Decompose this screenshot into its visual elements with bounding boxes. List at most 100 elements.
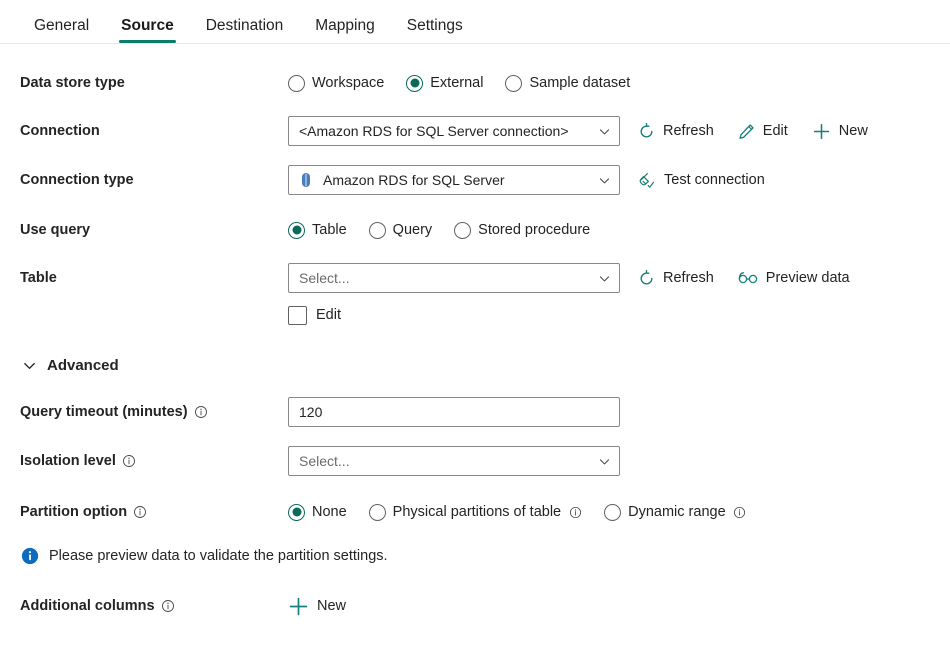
row-partition-option: Partition option None Physical partition… — [0, 497, 950, 527]
row-table: Table Select... Refresh Preview data — [0, 263, 950, 293]
radio-use-query-stored-procedure[interactable]: Stored procedure — [454, 221, 591, 239]
tab-mapping[interactable]: Mapping — [299, 17, 390, 44]
table-refresh-button[interactable]: Refresh — [638, 269, 714, 287]
radio-partition-physical-partitions[interactable]: Physical partitions of table — [368, 503, 582, 521]
connection-edit-button[interactable]: Edit — [738, 123, 788, 140]
tab-source[interactable]: Source — [105, 17, 190, 44]
action-label: Edit — [762, 123, 788, 139]
table-edit-checkbox[interactable]: Edit — [288, 305, 341, 325]
radio-label: None — [312, 504, 347, 520]
chevron-down-icon — [598, 455, 611, 468]
row-query-timeout: Query timeout (minutes) 120 — [0, 397, 950, 427]
isolation-level-value: Select... — [299, 453, 350, 469]
radio-use-query-table[interactable]: Table — [288, 221, 347, 239]
tab-general[interactable]: General — [18, 17, 105, 44]
use-query-radio-group: Table Query Stored procedure — [288, 221, 950, 239]
plus-icon — [812, 122, 831, 141]
connection-value: <Amazon RDS for SQL Server connection> — [299, 123, 569, 139]
table-value: Select... — [299, 270, 350, 286]
connection-type-actions: Test connection — [638, 171, 765, 189]
label-isolation-level: Isolation level — [20, 453, 288, 469]
info-icon[interactable] — [568, 505, 582, 519]
label-text: Query timeout (minutes) — [20, 404, 188, 420]
tab-destination[interactable]: Destination — [190, 17, 300, 44]
table-dropdown[interactable]: Select... — [288, 263, 620, 293]
label-text: Table — [20, 270, 57, 286]
additional-columns-new-button[interactable]: New — [288, 596, 346, 617]
label-text: Use query — [20, 222, 91, 238]
query-timeout-value: 120 — [299, 404, 323, 420]
label-additional-columns: Additional columns — [20, 598, 288, 614]
radio-circle-icon — [454, 221, 472, 239]
radio-label: Physical partitions of table — [392, 504, 562, 520]
label-text: Additional columns — [20, 598, 155, 614]
connection-new-button[interactable]: New — [812, 122, 868, 141]
info-icon[interactable] — [161, 599, 175, 613]
isolation-level-dropdown[interactable]: Select... — [288, 446, 620, 476]
radio-use-query-query[interactable]: Query — [368, 221, 433, 239]
checkbox-label: Edit — [316, 307, 341, 323]
action-label: New — [317, 598, 347, 614]
radio-data-store-workspace[interactable]: Workspace — [288, 74, 384, 92]
radio-partition-dynamic-range[interactable]: Dynamic range — [604, 503, 747, 521]
radio-circle-selected-icon — [288, 221, 305, 239]
connection-type-dropdown[interactable]: Amazon RDS for SQL Server — [288, 165, 620, 195]
pencil-icon — [738, 123, 755, 140]
action-label: Refresh — [663, 270, 714, 286]
tab-bar: General Source Destination Mapping Setti… — [0, 0, 950, 44]
radio-circle-icon — [505, 74, 523, 92]
label-text: Partition option — [20, 504, 128, 520]
action-label: Preview data — [765, 270, 850, 286]
row-data-store-type: Data store type Workspace External Sampl… — [0, 68, 950, 98]
connection-dropdown[interactable]: <Amazon RDS for SQL Server connection> — [288, 116, 620, 146]
radio-circle-icon — [288, 74, 305, 92]
connection-actions: Refresh Edit New — [638, 122, 868, 141]
tab-settings[interactable]: Settings — [391, 17, 479, 44]
chevron-down-icon — [598, 125, 611, 138]
info-message-text: Please preview data to validate the part… — [49, 548, 388, 564]
row-isolation-level: Isolation level Select... — [0, 446, 950, 476]
advanced-section-toggle[interactable]: Advanced — [0, 357, 950, 374]
partition-info-message: Please preview data to validate the part… — [0, 547, 950, 565]
advanced-label: Advanced — [47, 357, 119, 374]
checkbox-box-icon — [288, 305, 307, 325]
chevron-down-icon — [598, 272, 611, 285]
label-partition-option: Partition option — [20, 504, 288, 520]
test-connection-button[interactable]: Test connection — [638, 171, 765, 189]
info-icon[interactable] — [122, 454, 136, 468]
database-icon — [299, 172, 313, 188]
radio-data-store-external[interactable]: External — [406, 74, 483, 92]
query-timeout-input[interactable]: 120 — [288, 397, 620, 427]
refresh-icon — [638, 269, 655, 287]
connection-type-value: Amazon RDS for SQL Server — [323, 172, 505, 188]
radio-circle-icon — [604, 503, 622, 521]
row-table-edit-checkbox: Edit — [0, 300, 950, 330]
info-icon[interactable] — [733, 505, 747, 519]
data-store-type-radio-group: Workspace External Sample dataset — [288, 74, 950, 92]
radio-label: Stored procedure — [478, 222, 591, 238]
label-use-query: Use query — [20, 222, 288, 238]
info-icon[interactable] — [133, 505, 147, 519]
plug-check-icon — [638, 171, 656, 189]
radio-circle-selected-icon — [288, 503, 305, 521]
action-label: Test connection — [664, 172, 765, 188]
radio-partition-none[interactable]: None — [288, 503, 347, 521]
preview-data-button[interactable]: Preview data — [738, 270, 850, 286]
radio-label: Table — [312, 222, 347, 238]
action-label: New — [838, 123, 868, 139]
radio-circle-icon — [368, 221, 386, 239]
radio-label: Dynamic range — [628, 504, 726, 520]
info-filled-icon — [21, 547, 39, 565]
row-connection-type: Connection type Amazon RDS for SQL Serve… — [0, 165, 950, 195]
info-icon[interactable] — [194, 405, 208, 419]
label-text: Connection — [20, 123, 100, 139]
table-actions: Refresh Preview data — [638, 269, 850, 287]
radio-data-store-sample-dataset[interactable]: Sample dataset — [505, 74, 630, 92]
label-query-timeout: Query timeout (minutes) — [20, 404, 288, 420]
label-text: Data store type — [20, 75, 125, 91]
chevron-down-icon — [22, 358, 37, 373]
radio-circle-icon — [368, 503, 386, 521]
connection-refresh-button[interactable]: Refresh — [638, 122, 714, 140]
radio-label: Query — [392, 222, 433, 238]
action-label: Refresh — [663, 123, 714, 139]
